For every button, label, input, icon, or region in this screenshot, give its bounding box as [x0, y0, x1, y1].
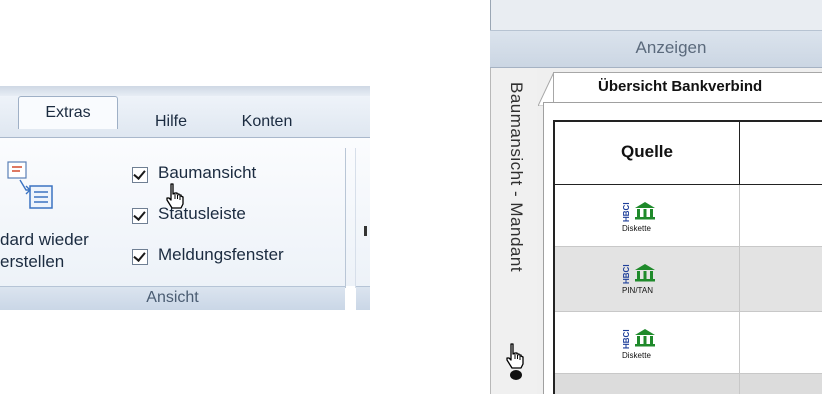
next-group-edge — [364, 226, 367, 236]
statusleiste-checkbox[interactable] — [132, 208, 148, 224]
hbci-diskette-icon: HBCI Diskette — [622, 196, 666, 240]
header-quelle-label: Quelle — [621, 142, 673, 161]
meldungsfenster-checkbox[interactable] — [132, 249, 148, 265]
hbci-pintan-icon: HBCI PIN/TAN — [622, 258, 666, 302]
right-panel: Anzeigen Baumansicht - Mandant Übersicht… — [490, 0, 822, 394]
table-row[interactable] — [555, 374, 822, 394]
hbci-label: HBCI — [622, 264, 631, 284]
ribbon: Extras Hilfe Konten dard wieder erstelle… — [0, 86, 370, 310]
source-type: Diskette — [622, 224, 651, 233]
hbci-label: HBCI — [622, 329, 631, 349]
tab-hilfe-label: Hilfe — [154, 113, 187, 130]
tab-extras-label: Extras — [45, 104, 91, 121]
bank-icon — [635, 329, 655, 347]
hbci-label: HBCI — [622, 202, 631, 222]
ribbon-area-top — [490, 0, 822, 30]
group-separator — [345, 148, 346, 288]
hbci-diskette-icon: HBCI Diskette — [622, 323, 666, 367]
group-label-ansicht: Ansicht — [146, 289, 199, 306]
tab-hilfe[interactable]: Hilfe — [140, 106, 202, 137]
group-label-bar-next — [356, 286, 370, 310]
tab-konten[interactable]: Konten — [222, 106, 312, 137]
tab-extras[interactable]: Extras — [18, 96, 118, 129]
anzeigen-group-label: Anzeigen — [635, 38, 707, 57]
restore-standard-label-2: erstellen — [0, 252, 65, 271]
group-separator-light — [355, 148, 356, 288]
baumansicht-label[interactable]: Baumansicht — [158, 163, 256, 183]
bank-icon — [635, 202, 655, 220]
bank-icon — [635, 264, 655, 282]
restore-standard-label-1: dard wieder — [0, 230, 89, 249]
table-row[interactable] — [555, 312, 822, 374]
hand-cursor-icon — [166, 183, 184, 209]
table-row[interactable] — [555, 185, 822, 247]
source-type: Diskette — [622, 351, 651, 360]
source-type: PIN/TAN — [622, 286, 653, 295]
ribbon-title-edge — [0, 86, 370, 96]
tab-uebersicht-label: Übersicht Bankverbind — [598, 78, 763, 95]
meldungsfenster-label[interactable]: Meldungsfenster — [158, 245, 284, 265]
layout-reset-icon — [7, 161, 53, 209]
vertical-tab-baumansicht-mandant[interactable]: Baumansicht - Mandant — [500, 82, 526, 362]
table-row[interactable] — [555, 247, 822, 312]
baumansicht-checkbox[interactable] — [132, 167, 148, 183]
cursor-shadow — [510, 370, 522, 380]
tab-konten-label: Konten — [241, 113, 293, 130]
hand-cursor-icon — [506, 343, 524, 369]
